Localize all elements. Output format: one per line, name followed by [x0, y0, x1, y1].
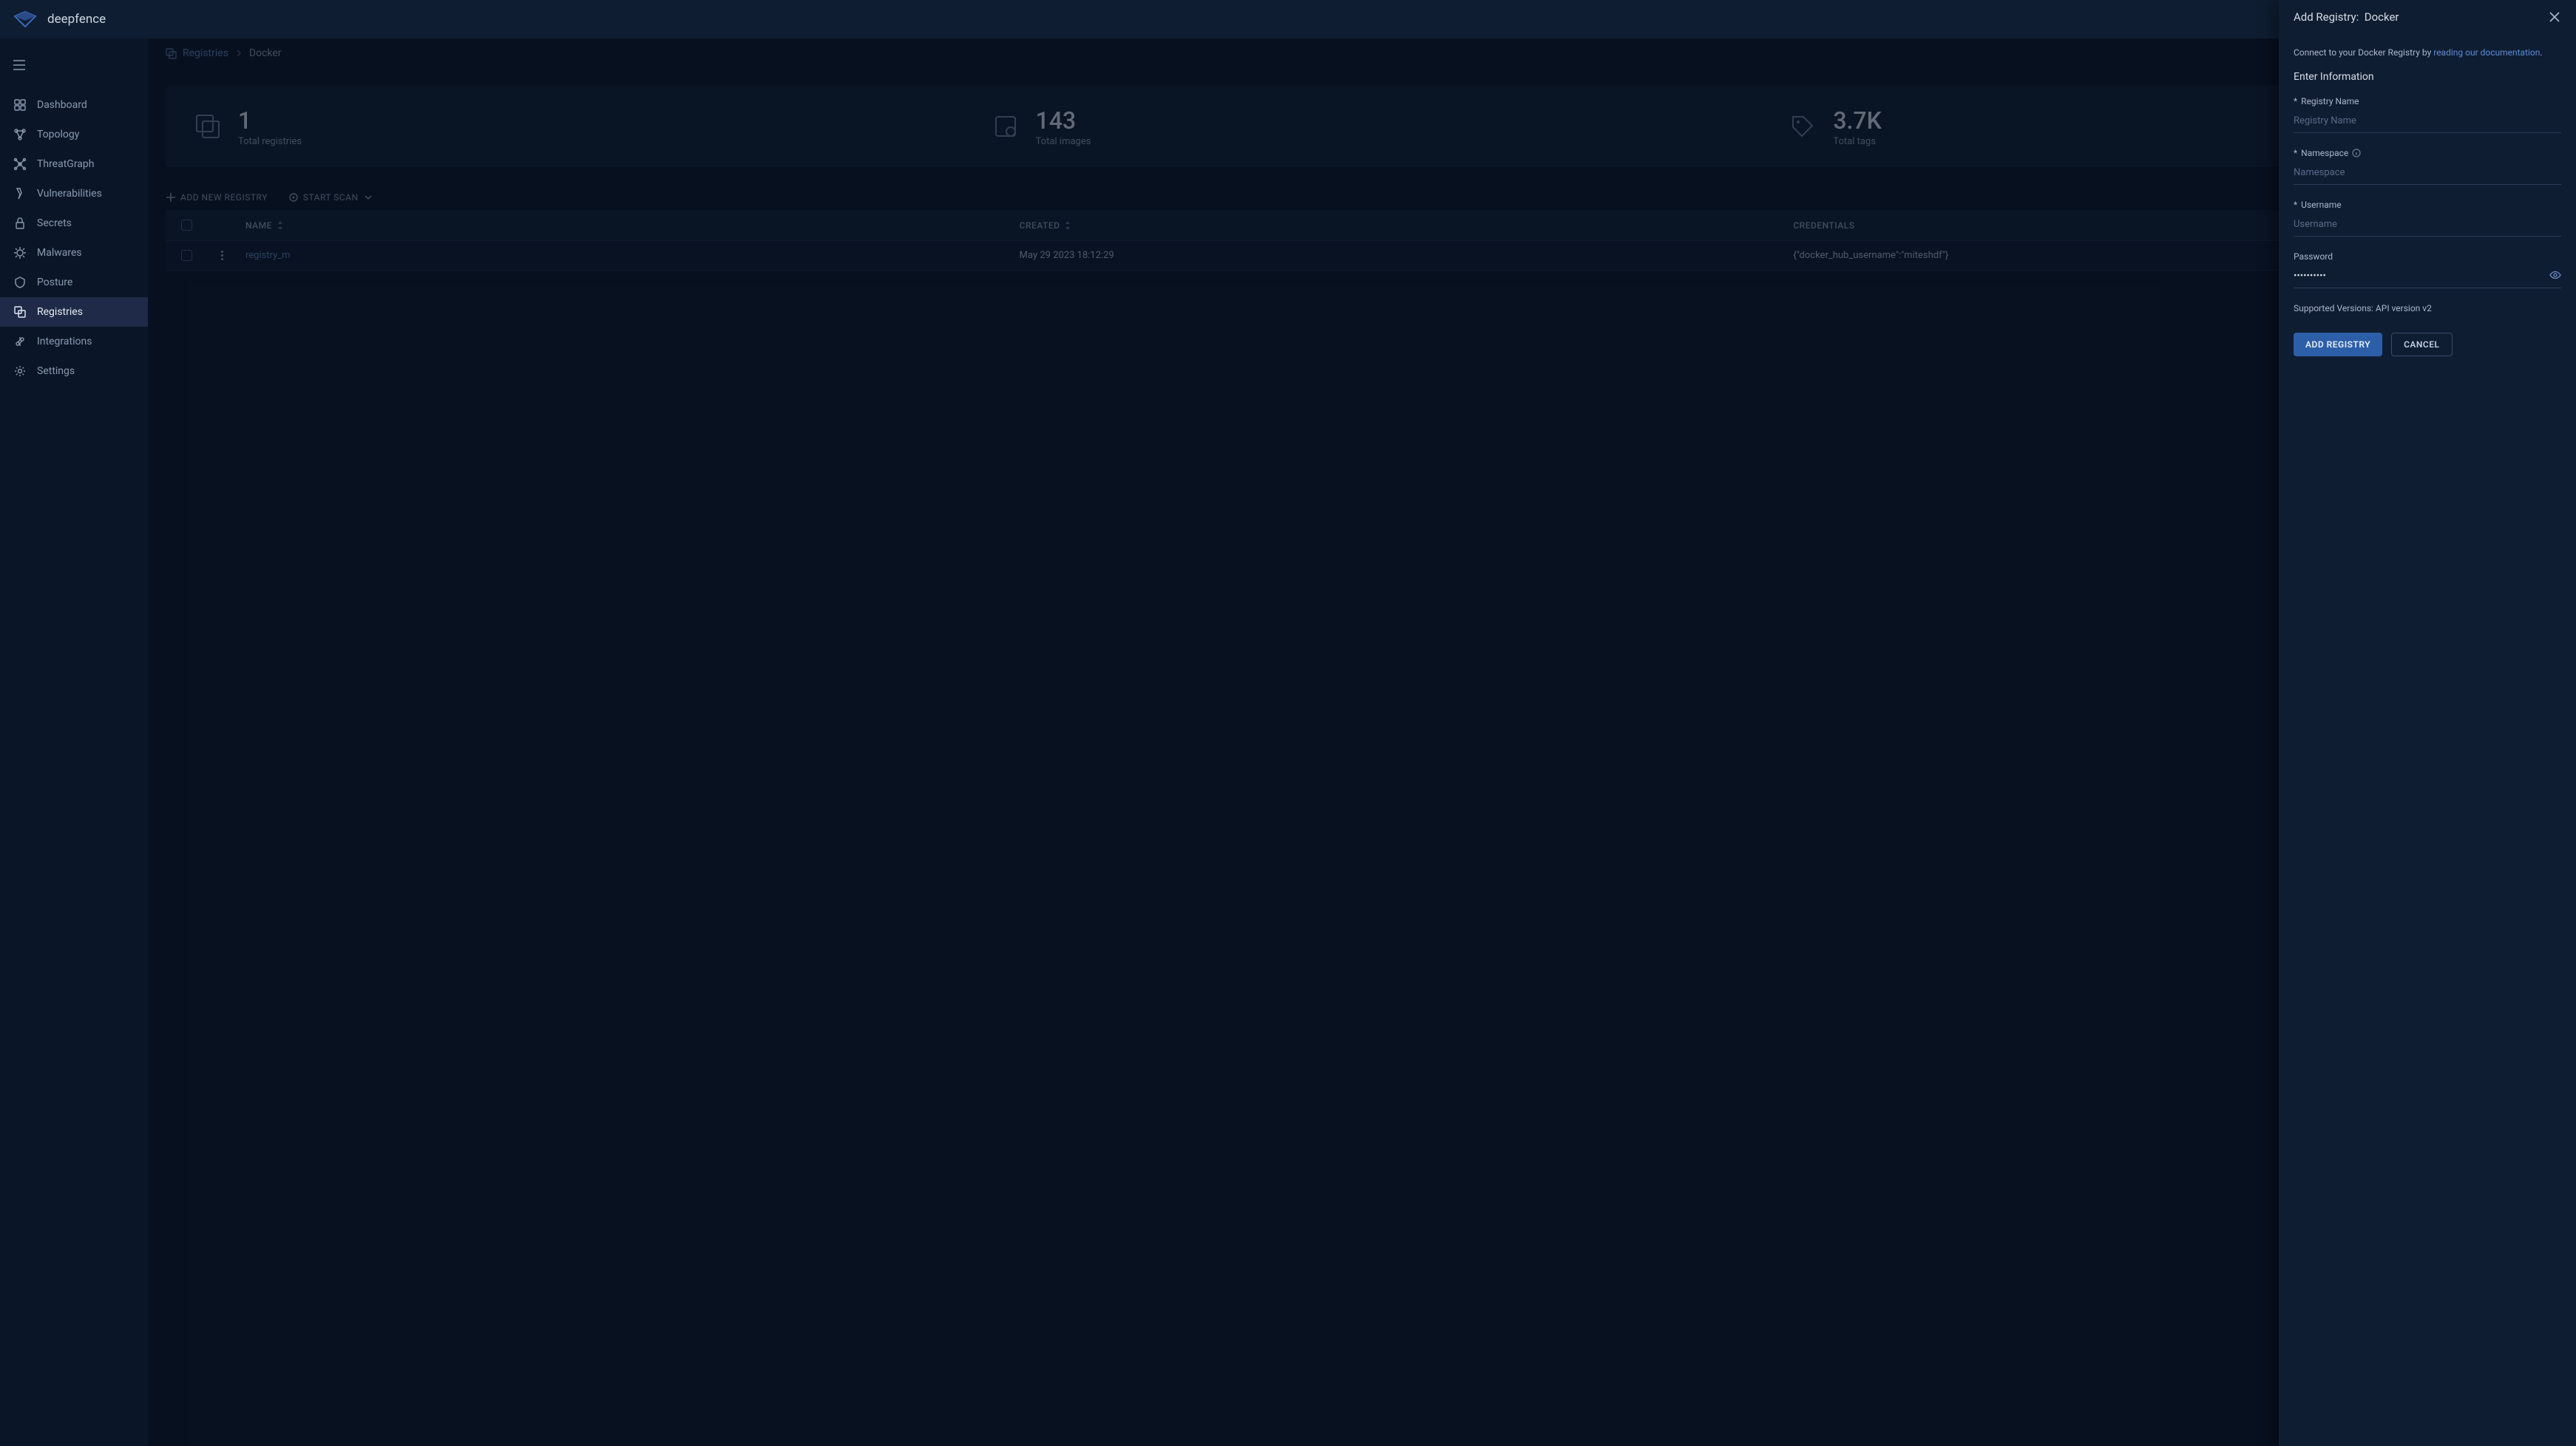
- registries-breadcrumb-icon: [166, 48, 177, 59]
- plus-icon: [166, 192, 176, 203]
- add-new-registry-button[interactable]: ADD NEW REGISTRY: [166, 192, 268, 203]
- brand-name: deepfence: [47, 12, 106, 27]
- stat-images-value: 143: [1036, 106, 1091, 135]
- sidebar-item-label: Vulnerabilities: [37, 188, 102, 200]
- start-scan-label: START SCAN: [303, 192, 359, 203]
- cancel-button[interactable]: CANCEL: [2391, 333, 2452, 356]
- username-label: Username: [2301, 200, 2341, 210]
- sidebar-item-label: Dashboard: [37, 99, 87, 111]
- breadcrumb-registries-link[interactable]: Registries: [183, 47, 228, 59]
- sidebar-item-integrations[interactable]: Integrations: [0, 327, 148, 356]
- sidebar-item-label: Registries: [37, 306, 83, 318]
- tags-stat-icon: [1790, 114, 1815, 139]
- sidebar-item-vulnerabilities[interactable]: Vulnerabilities: [0, 179, 148, 208]
- stats-card: 1 Total registries 143 Total images 3.: [166, 86, 2558, 167]
- stat-images-label: Total images: [1036, 136, 1091, 147]
- integrations-icon: [13, 335, 27, 348]
- password-input[interactable]: [2294, 266, 2561, 288]
- chevron-right-icon: [236, 50, 242, 57]
- sidebar-item-posture[interactable]: Posture: [0, 268, 148, 297]
- registries-stat-icon: [195, 114, 220, 139]
- registry-name-label: Registry Name: [2301, 96, 2359, 106]
- sidebar-item-label: ThreatGraph: [37, 158, 95, 170]
- registry-name-input[interactable]: [2294, 111, 2561, 133]
- table-toolbar: ADD NEW REGISTRY START SCAN: [148, 185, 2576, 210]
- chevron-down-icon: [363, 192, 373, 203]
- table-row: registry_m May 29 2023 18:12:29 {"docker…: [166, 241, 2558, 271]
- username-input[interactable]: [2294, 214, 2561, 237]
- threatgraph-icon: [13, 157, 27, 171]
- sidebar-item-threatgraph[interactable]: ThreatGraph: [0, 149, 148, 179]
- settings-icon: [13, 364, 27, 378]
- drawer-title: Add Registry: Docker: [2294, 10, 2399, 24]
- sort-icon[interactable]: [1064, 220, 1071, 231]
- start-scan-button[interactable]: START SCAN: [288, 192, 373, 203]
- supported-versions-text: Supported Versions: API version v2: [2294, 303, 2561, 313]
- row-created: May 29 2023 18:12:29: [1011, 250, 1785, 261]
- topbar: deepfence: [0, 0, 2576, 38]
- malwares-icon: [13, 246, 27, 259]
- vulnerabilities-icon: [13, 187, 27, 200]
- stat-registries-value: 1: [238, 106, 302, 135]
- brand-logo-icon: [13, 10, 37, 28]
- add-registry-button[interactable]: ADD REGISTRY: [2294, 333, 2382, 356]
- sidebar-item-secrets[interactable]: Secrets: [0, 208, 148, 238]
- sidebar-item-label: Secrets: [37, 217, 72, 229]
- eye-icon[interactable]: [2549, 269, 2561, 281]
- sort-icon[interactable]: [277, 220, 284, 231]
- registries-icon: [13, 305, 27, 319]
- registries-table: NAME CREATED CREDENTIALS registry_m May …: [166, 210, 2558, 271]
- password-label: Password: [2294, 251, 2333, 262]
- sidebar: Dashboard Topology ThreatGraph Vulnerabilit…: [0, 38, 148, 1446]
- sidebar-item-registries[interactable]: Registries: [0, 297, 148, 327]
- images-stat-icon: [993, 114, 1018, 139]
- th-name[interactable]: NAME: [245, 220, 272, 231]
- stat-tags-label: Total tags: [1833, 136, 1881, 147]
- namespace-label: Namespace: [2301, 148, 2348, 158]
- info-icon[interactable]: [2352, 149, 2361, 157]
- sidebar-item-malwares[interactable]: Malwares: [0, 238, 148, 268]
- posture-icon: [13, 276, 27, 289]
- table-pagination: Page 1 of 1: [148, 271, 2576, 296]
- th-credentials[interactable]: CREDENTIALS: [1793, 220, 1854, 231]
- table-header-row: NAME CREATED CREDENTIALS: [166, 210, 2558, 241]
- main-content: Registries Docker 1 Total registries: [148, 38, 2576, 1446]
- select-all-checkbox[interactable]: [181, 220, 192, 231]
- sidebar-item-label: Settings: [37, 365, 75, 377]
- stat-tags-value: 3.7K: [1833, 106, 1881, 135]
- secrets-icon: [13, 217, 27, 230]
- topology-icon: [13, 128, 27, 141]
- target-icon: [288, 192, 299, 203]
- sidebar-toggle-icon[interactable]: [13, 60, 25, 70]
- close-icon[interactable]: [2548, 10, 2561, 24]
- sidebar-item-label: Posture: [37, 276, 72, 288]
- drawer-section-title: Enter Information: [2294, 71, 2561, 83]
- sidebar-item-settings[interactable]: Settings: [0, 356, 148, 386]
- row-checkbox[interactable]: [181, 250, 192, 261]
- sidebar-item-label: Malwares: [37, 247, 82, 259]
- drawer-help-text: Connect to your Docker Registry by readi…: [2294, 47, 2561, 58]
- namespace-input[interactable]: [2294, 163, 2561, 185]
- sidebar-item-label: Integrations: [37, 336, 92, 347]
- sidebar-item-label: Topology: [37, 129, 79, 140]
- add-registry-drawer: Add Registry: Docker Connect to your Doc…: [2279, 0, 2576, 1446]
- breadcrumb-current: Docker: [249, 47, 282, 59]
- row-menu-button[interactable]: [207, 251, 237, 260]
- add-new-registry-label: ADD NEW REGISTRY: [180, 192, 268, 203]
- documentation-link[interactable]: reading our documentation: [2433, 47, 2540, 58]
- sidebar-item-dashboard[interactable]: Dashboard: [0, 90, 148, 120]
- stat-registries-label: Total registries: [238, 136, 302, 147]
- dashboard-icon: [13, 98, 27, 112]
- sidebar-item-topology[interactable]: Topology: [0, 120, 148, 149]
- row-name-link[interactable]: registry_m: [237, 250, 1011, 261]
- breadcrumb: Registries Docker: [148, 38, 2576, 68]
- th-created[interactable]: CREATED: [1020, 220, 1060, 231]
